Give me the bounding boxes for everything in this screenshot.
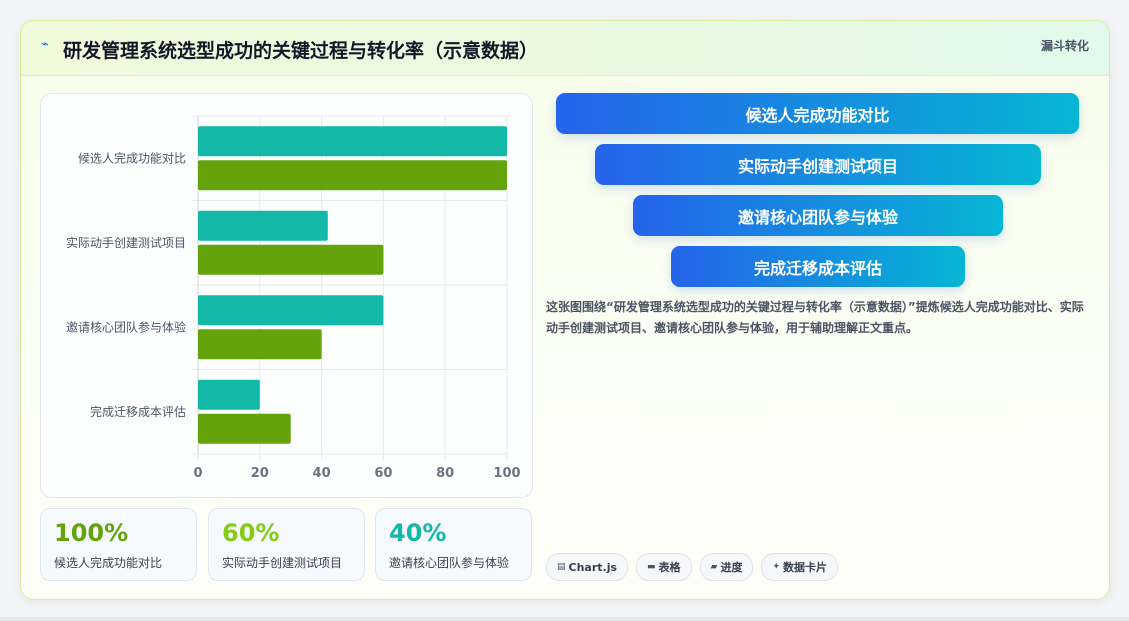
bar [198, 329, 322, 360]
funnel-step-1: 候选人完成功能对比 [556, 93, 1079, 134]
chip-progress[interactable]: ▰ 进度 [699, 553, 754, 581]
chip-label: 进度 [720, 561, 743, 574]
funnel-step-3: 邀请核心团队参与体验 [633, 195, 1003, 236]
y-tick-label: 完成迁移成本评估 [90, 404, 186, 419]
bar-chart: 0 20 40 60 80 100 候选人完成功能对比实际动手创建测试项目邀请核心团队参与体… [66, 115, 521, 481]
table-icon: ▬ [647, 562, 656, 572]
bar [198, 160, 507, 191]
chip-data-card[interactable]: ✦ 数据卡片 [761, 553, 839, 581]
stat-label: 邀请核心团队参与体验 [389, 556, 510, 570]
stat-value: 100% [54, 519, 129, 547]
sparkle-icon: ✦ [772, 562, 781, 572]
stat-card-3: 40% 邀请核心团队参与体验 [375, 508, 532, 581]
bar-chart-panel: 0 20 40 60 80 100 候选人完成功能对比实际动手创建测试项目 邀请核心团队参与体… [40, 93, 533, 498]
funnel-step-4: 完成迁移成本评估 [671, 246, 965, 287]
y-tick-label: 实际动手创建测试项目 [66, 235, 186, 250]
funnel-step-2: 实际动手创建测试项目 [595, 144, 1041, 185]
page-title: 研发管理系统选型成功的关键过程与转化率（示意数据） [63, 40, 539, 62]
main-card: ⌁ 研发管理系统选型成功的关键过程与转化率（示意数据） 漏斗转化 0 20 40 60… [20, 20, 1110, 600]
chip-table[interactable]: ▬ 表格 [636, 553, 692, 581]
stat-label: 实际动手创建测试项目 [222, 556, 343, 570]
progress-icon: ▰ [710, 562, 718, 572]
chip-label: 数据卡片 [783, 561, 828, 574]
chip-label: 表格 [658, 561, 681, 574]
x-tick-label: 100 [493, 466, 520, 481]
stat-value: 60% [222, 519, 280, 547]
trend-icon: ⌁ [41, 37, 49, 52]
chip-label: Chart.js [568, 560, 618, 574]
bar [198, 295, 384, 326]
card-header: ⌁ 研发管理系统选型成功的关键过程与转化率（示意数据） 漏斗转化 [21, 21, 1109, 76]
x-tick-label: 60 [374, 466, 392, 481]
bar [198, 413, 291, 444]
chart-description: 这张图围绕“研发管理系统选型成功的关键过程与转化率（示意数据）”提炼候选人完成功… [546, 300, 1084, 335]
y-tick-label: 邀请核心团队参与体验 [66, 319, 186, 334]
stat-label: 候选人完成功能对比 [54, 556, 163, 570]
bar [198, 244, 384, 275]
x-tick-label: 0 [193, 466, 202, 481]
bar [198, 210, 328, 241]
chart-icon: ▤ [557, 562, 566, 572]
stat-card-2: 60% 实际动手创建测试项目 [208, 508, 365, 581]
bar [198, 379, 260, 410]
header-tag: 漏斗转化 [1040, 39, 1089, 53]
stat-value: 40% [389, 519, 447, 547]
y-tick-label: 候选人完成功能对比 [78, 150, 186, 165]
bar [198, 126, 507, 157]
page-bottom-strip [0, 617, 1129, 621]
x-tick-label: 20 [251, 466, 269, 481]
x-tick-label: 40 [313, 466, 331, 481]
x-tick-label: 80 [436, 466, 454, 481]
chip-chartjs[interactable]: ▤ Chart.js [546, 553, 629, 581]
stat-card-1: 100% 候选人完成功能对比 [40, 508, 197, 581]
tech-chips: ▤ Chart.js ▬ 表格 ▰ 进度 ✦ 数据卡片 [546, 553, 839, 581]
